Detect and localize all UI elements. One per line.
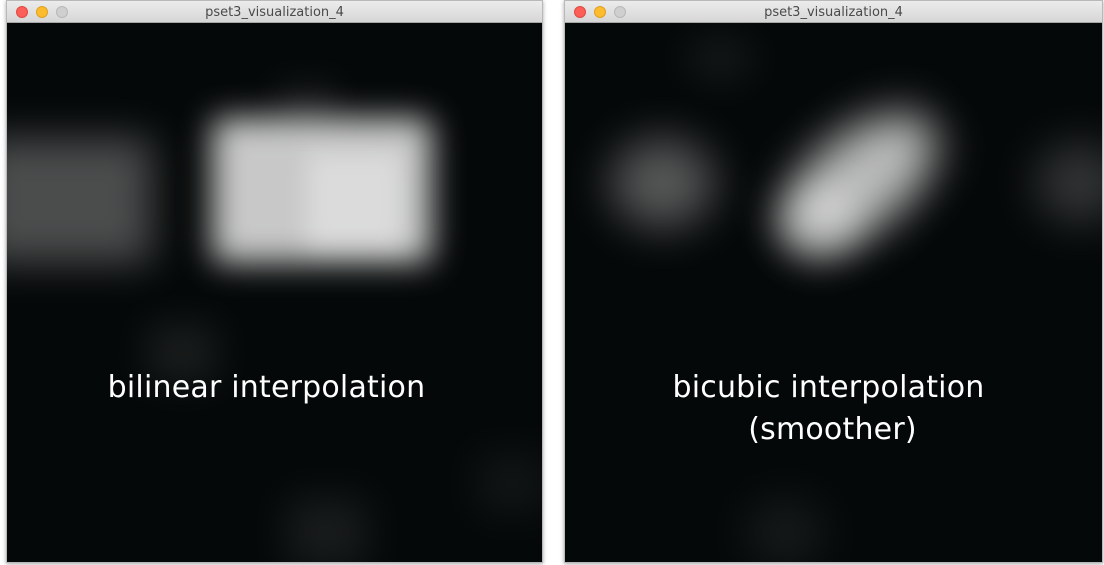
blob bbox=[610, 138, 715, 228]
blob bbox=[287, 498, 367, 562]
interpolation-label: bicubic interpolation bbox=[672, 370, 985, 405]
interpolation-sublabel: (smoother) bbox=[748, 412, 917, 447]
blob bbox=[277, 83, 337, 133]
visualization-canvas-bicubic: bicubic interpolation (smoother) bbox=[565, 23, 1102, 562]
window-bicubic: pset3_visualization_4 bicubic interpolat… bbox=[564, 0, 1103, 563]
blob bbox=[7, 138, 152, 263]
blob bbox=[477, 453, 542, 513]
blob bbox=[780, 188, 860, 258]
window-title: pset3_visualization_4 bbox=[764, 5, 903, 20]
window-bilinear: pset3_visualization_4 bilinear interpola… bbox=[6, 0, 543, 563]
blob bbox=[307, 153, 402, 248]
window-title: pset3_visualization_4 bbox=[205, 5, 344, 20]
title-bar[interactable]: pset3_visualization_4 bbox=[7, 1, 542, 23]
visualization-canvas-bilinear: bilinear interpolation bbox=[7, 23, 542, 562]
interpolation-label: bilinear interpolation bbox=[107, 370, 426, 405]
blob bbox=[685, 33, 755, 83]
blob bbox=[1035, 143, 1102, 223]
blob bbox=[745, 498, 825, 562]
title-bar[interactable]: pset3_visualization_4 bbox=[565, 1, 1102, 23]
